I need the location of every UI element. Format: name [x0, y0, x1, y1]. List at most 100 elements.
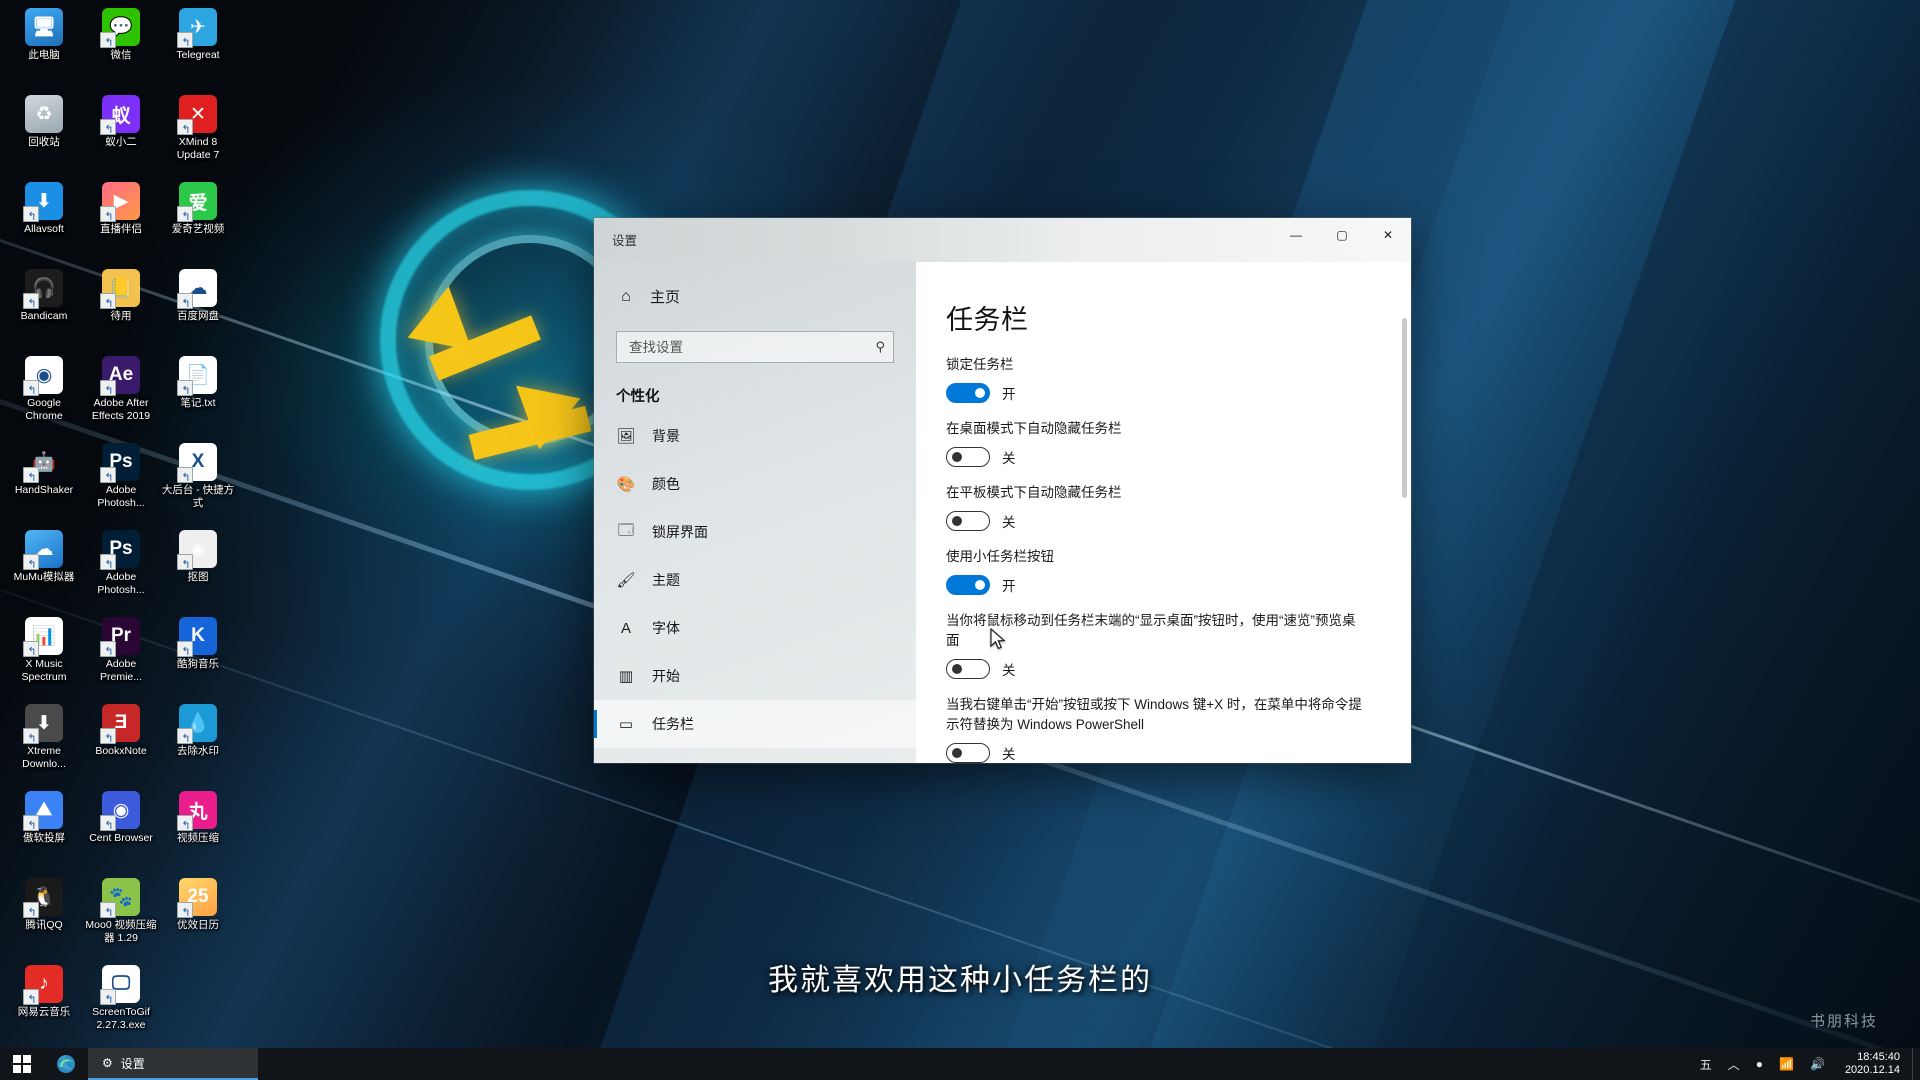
windows-taskbar[interactable]: ⚙ 设置 五 ︿ ● 📶 🔊 18:45:40 2020.12.14	[0, 1048, 1920, 1080]
windows-start-icon[interactable]	[0, 1048, 44, 1080]
excel-shortcut-icon: X	[177, 443, 217, 485]
baidu-netdisk-icon: ☁	[177, 269, 217, 311]
desktop-icon-label: 爱奇艺视频	[171, 223, 225, 235]
desktop-icon[interactable]: ✈Telegreat	[160, 4, 236, 91]
desktop-icon[interactable]: ƎBookxNote	[83, 700, 159, 787]
microsoft-edge-icon[interactable]	[44, 1048, 88, 1080]
desktop-icon-label: 傲软投屏	[23, 832, 65, 844]
desktop-icon[interactable]: PsAdobe Photosh...	[83, 439, 159, 526]
maximize-button[interactable]: ▢	[1319, 218, 1365, 251]
setting-row: 当你将鼠标移动到任务栏末端的“显示桌面”按钮时，使用“速览”预览桌面关	[946, 611, 1385, 679]
sidebar-item-label: 字体	[652, 620, 680, 636]
this-pc-icon: 🖥	[25, 8, 63, 46]
desktop-icon[interactable]: 🐧腾讯QQ	[6, 874, 82, 961]
search-icon[interactable]: ⚲	[875, 339, 885, 355]
auto-hide-desktop-toggle[interactable]	[946, 447, 990, 467]
lock-taskbar-toggle[interactable]	[946, 383, 990, 403]
desktop-icon[interactable]: 💧去除水印	[160, 700, 236, 787]
desktop-icon[interactable]: X大后台 - 快捷方式	[160, 439, 236, 526]
desktop-icon[interactable]: ◉Google Chrome	[6, 352, 82, 439]
recording-indicator-icon[interactable]: ●	[1748, 1048, 1771, 1080]
show-desktop-button[interactable]	[1912, 1048, 1920, 1080]
setting-label: 在桌面模式下自动隐藏任务栏	[946, 421, 1122, 436]
sidebar-item-lock-screen[interactable]: 🗔 锁屏界面	[594, 508, 916, 556]
desktop-icon[interactable]: 蚁蚁小二	[83, 91, 159, 178]
sidebar-nav-list: 🖼 背景 🎨 颜色 🗔 锁屏界面 🖌 主题 A 字体 ▥ 开始 ▭ 任务栏	[594, 412, 916, 748]
sidebar-item-picture[interactable]: 🖼 背景	[594, 412, 916, 460]
show-hidden-icons-chevron[interactable]: ︿	[1720, 1048, 1748, 1080]
desktop-icon[interactable]: ▶直播伴侣	[83, 178, 159, 265]
settings-titlebar[interactable]: 设置 — ▢ ✕	[594, 218, 1411, 262]
desktop-icon[interactable]: ⬇Allavsoft	[6, 178, 82, 265]
desktop-icon[interactable]: ⬇Xtreme Downlo...	[6, 700, 82, 787]
settings-search[interactable]: ⚲	[616, 331, 894, 363]
handshaker-icon: 🤖	[23, 443, 63, 485]
desktop-icon[interactable]: ◉Cent Browser	[83, 787, 159, 874]
bookxnote-icon: Ǝ	[100, 704, 140, 746]
powershell-replace-toggle[interactable]	[946, 743, 990, 763]
toggle-knob	[952, 516, 962, 526]
desktop-icon[interactable]: ☁百度网盘	[160, 265, 236, 352]
desktop-icon-label: 回收站	[28, 136, 60, 148]
desktop-icon[interactable]: 🖥 此电脑	[6, 4, 82, 91]
minimize-button[interactable]: —	[1273, 218, 1319, 251]
desktop-icon[interactable]: 📒待用	[83, 265, 159, 352]
search-input[interactable]	[629, 339, 876, 355]
taskbar-task-settings[interactable]: ⚙ 设置	[88, 1048, 258, 1080]
scrollbar-thumb[interactable]	[1402, 318, 1407, 498]
ime-icon[interactable]: 五	[1692, 1048, 1720, 1080]
desktop-icon-label: 蚁小二	[105, 136, 137, 148]
desktop-icon[interactable]: AeAdobe After Effects 2019	[83, 352, 159, 439]
desktop-icon[interactable]: 🤖HandShaker	[6, 439, 82, 526]
sidebar-item-theme[interactable]: 🖌 主题	[594, 556, 916, 604]
peek-preview-toggle[interactable]	[946, 659, 990, 679]
settings-main-panel: 任务栏 锁定任务栏开在桌面模式下自动隐藏任务栏关在平板模式下自动隐藏任务栏关使用…	[916, 262, 1411, 763]
network-wifi-icon[interactable]: 📶	[1771, 1048, 1802, 1080]
toggle-knob	[952, 748, 962, 758]
desktop-icon[interactable]: 25优效日历	[160, 874, 236, 961]
chrome-icon: ◉	[23, 356, 63, 398]
sidebar-item-home[interactable]: ⌂ 主页	[594, 276, 916, 317]
desktop-icon[interactable]: 💬微信	[83, 4, 159, 91]
volume-icon[interactable]: 🔊	[1802, 1048, 1833, 1080]
desktop-icon[interactable]: 📊X Music Spectrum	[6, 613, 82, 700]
sidebar-item-palette[interactable]: 🎨 颜色	[594, 460, 916, 508]
desktop-icon-label: 优效日历	[177, 919, 219, 931]
desktop-icon-label: BookxNote	[95, 745, 147, 757]
desktop-icon[interactable]: 🐾Moo0 视频压缩器 1.29	[83, 874, 159, 961]
system-tray: 五 ︿ ● 📶 🔊	[1692, 1048, 1839, 1080]
close-button[interactable]: ✕	[1365, 218, 1411, 251]
sidebar-item-start-menu[interactable]: ▥ 开始	[594, 652, 916, 700]
desktop-icon[interactable]: PsAdobe Photosh...	[83, 526, 159, 613]
toggle-row: 关	[946, 447, 1385, 467]
desktop-icon[interactable]: ◈抠图	[160, 526, 236, 613]
sidebar-item-fonts[interactable]: A 字体	[594, 604, 916, 652]
sidebar-item-label: 主题	[652, 572, 680, 588]
setting-row: 在桌面模式下自动隐藏任务栏关	[946, 419, 1385, 467]
desktop-icon[interactable]: 爱爱奇艺视频	[160, 178, 236, 265]
desktop-icon[interactable]: ✕XMind 8 Update 7	[160, 91, 236, 178]
allavsoft-icon: ⬇	[23, 182, 63, 224]
desktop-icon[interactable]: ♻ 回收站	[6, 91, 82, 178]
small-taskbar-buttons-toggle[interactable]	[946, 575, 990, 595]
taskbar-clock[interactable]: 18:45:40 2020.12.14	[1839, 1048, 1912, 1080]
toggle-state-label: 开	[1002, 579, 1016, 594]
setting-label: 锁定任务栏	[946, 357, 1014, 372]
auto-hide-tablet-toggle[interactable]	[946, 511, 990, 531]
sidebar-item-taskbar[interactable]: ▭ 任务栏	[594, 700, 916, 748]
desktop[interactable]: 🖥此电脑💬微信✈Telegreat ♻回收站蚁蚁小二✕XMind 8 Update…	[0, 0, 1920, 1080]
desktop-icon[interactable]: ☁MuMu模拟器	[6, 526, 82, 613]
premiere-icon: Pr	[100, 617, 140, 659]
desktop-icon[interactable]: 🎧Bandicam	[6, 265, 82, 352]
settings-window[interactable]: 设置 — ▢ ✕ ⌂ 主页 ⚲ 个性化 🖼 背景 🎨 颜色 🗔 锁屏界面 🖌 主题 A 字体 ▥ 开始…	[594, 218, 1411, 763]
main-scrollbar[interactable]	[1402, 318, 1407, 658]
desktop-icon[interactable]: K酷狗音乐	[160, 613, 236, 700]
desktop-icon-label: Adobe Photosh...	[97, 571, 145, 596]
toggle-row: 开	[946, 383, 1385, 403]
desktop-icon-label: 百度网盘	[177, 310, 219, 322]
desktop-icon[interactable]: PrAdobe Premie...	[83, 613, 159, 700]
toggle-row: 关	[946, 511, 1385, 531]
desktop-icon[interactable]: ⛰傲软投屏	[6, 787, 82, 874]
desktop-icon[interactable]: 丸视频压缩	[160, 787, 236, 874]
desktop-icon[interactable]: 📄笔记.txt	[160, 352, 236, 439]
